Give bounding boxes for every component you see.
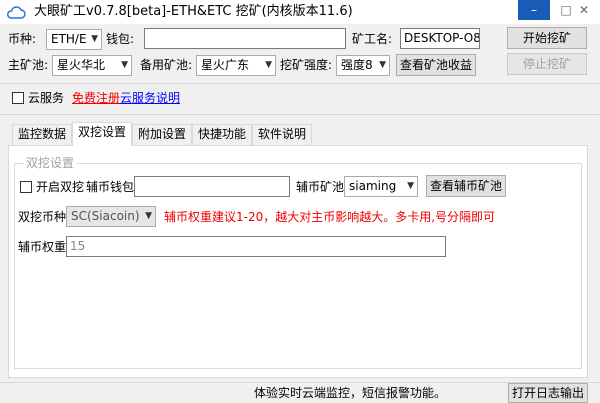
intensity-value: 强度8 <box>341 58 373 72</box>
tab-dual-mining[interactable]: 双挖设置 <box>72 122 132 146</box>
close-button[interactable]: ✕ <box>568 0 600 20</box>
tab-shortcuts[interactable]: 快捷功能 <box>192 124 252 145</box>
dual-coin-select[interactable]: SC(Siacoin) ▼ <box>66 206 156 227</box>
dual-pool-select[interactable]: siaming ▼ <box>344 176 418 197</box>
divider <box>0 83 600 84</box>
chevron-down-icon: ▼ <box>265 60 272 70</box>
cloud-service-label: 云服务 <box>28 91 65 105</box>
dual-coin-value: SC(Siacoin) <box>71 209 140 223</box>
minimize-button[interactable]: – <box>518 0 550 20</box>
weight-hint: 辅币权重建议1-20，越大对主币影响越大。多卡用,号分隔即可 <box>164 210 496 224</box>
dual-wallet-label: 辅币钱包 <box>86 180 135 194</box>
cloud-service-checkbox[interactable] <box>12 92 24 104</box>
cloud-info-link[interactable]: 云服务说明 <box>120 88 180 108</box>
chevron-down-icon: ▼ <box>145 211 152 221</box>
start-mining-button[interactable]: 开始挖矿 <box>507 27 587 49</box>
dual-weight-label: 辅币权重 <box>18 240 67 254</box>
tab-monitor[interactable]: 监控数据 <box>12 124 72 145</box>
dual-pool-label: 辅币矿池 <box>296 180 345 194</box>
chevron-down-icon: ▼ <box>407 181 414 191</box>
stop-mining-button[interactable]: 停止挖矿 <box>507 53 587 75</box>
group-title: 双挖设置 <box>24 156 77 170</box>
chevron-down-icon: ▼ <box>121 60 128 70</box>
worker-label: 矿工名: <box>352 32 393 46</box>
cloud-icon <box>7 6 26 19</box>
view-dual-pool-button[interactable]: 查看辅币矿池 <box>426 175 506 197</box>
status-message: 体验实时云端监控，短信报警功能。 <box>254 386 447 400</box>
coin-label: 币种: <box>8 32 37 46</box>
intensity-select[interactable]: 强度8 ▼ <box>336 55 390 76</box>
window-title: 大眼矿工v0.7.8[beta]-ETH&ETC 挖矿(内核版本11.6) <box>34 4 353 19</box>
intensity-label: 挖矿强度: <box>280 58 333 72</box>
dual-pool-value: siaming <box>349 179 397 193</box>
check-earnings-button[interactable]: 查看矿池收益 <box>396 54 476 76</box>
dual-wallet-input[interactable] <box>134 176 290 197</box>
coin-select[interactable]: ETH/E ▼ <box>46 29 102 50</box>
coin-select-value: ETH/E <box>51 32 87 46</box>
wallet-input[interactable] <box>144 28 346 49</box>
backup-pool-select[interactable]: 星火广东 ▼ <box>196 55 276 76</box>
pool-label: 主矿池: <box>8 58 49 72</box>
open-log-button[interactable]: 打开日志输出 <box>508 383 588 403</box>
tab-extra-settings[interactable]: 附加设置 <box>132 124 192 145</box>
divider <box>0 114 600 115</box>
main-pool-value: 星火华北 <box>57 58 106 72</box>
chevron-down-icon: ▼ <box>379 60 386 70</box>
worker-name-input[interactable]: DESKTOP-O84 <box>400 28 480 49</box>
backup-pool-value: 星火广东 <box>201 58 250 72</box>
dual-weight-input[interactable]: 15 <box>66 236 446 257</box>
enable-dual-checkbox[interactable] <box>20 181 32 193</box>
enable-dual-label: 开启双挖 <box>36 180 85 194</box>
chevron-down-icon: ▼ <box>91 34 98 44</box>
register-link[interactable]: 免费注册 <box>72 88 120 108</box>
dual-coin-label: 双挖币种 <box>18 210 67 224</box>
tab-software-info[interactable]: 软件说明 <box>252 124 312 145</box>
backup-pool-label: 备用矿池: <box>140 58 193 72</box>
main-pool-select[interactable]: 星火华北 ▼ <box>52 55 132 76</box>
wallet-label: 钱包: <box>106 32 135 46</box>
title-bar: 大眼矿工v0.7.8[beta]-ETH&ETC 挖矿(内核版本11.6) – … <box>0 0 600 24</box>
